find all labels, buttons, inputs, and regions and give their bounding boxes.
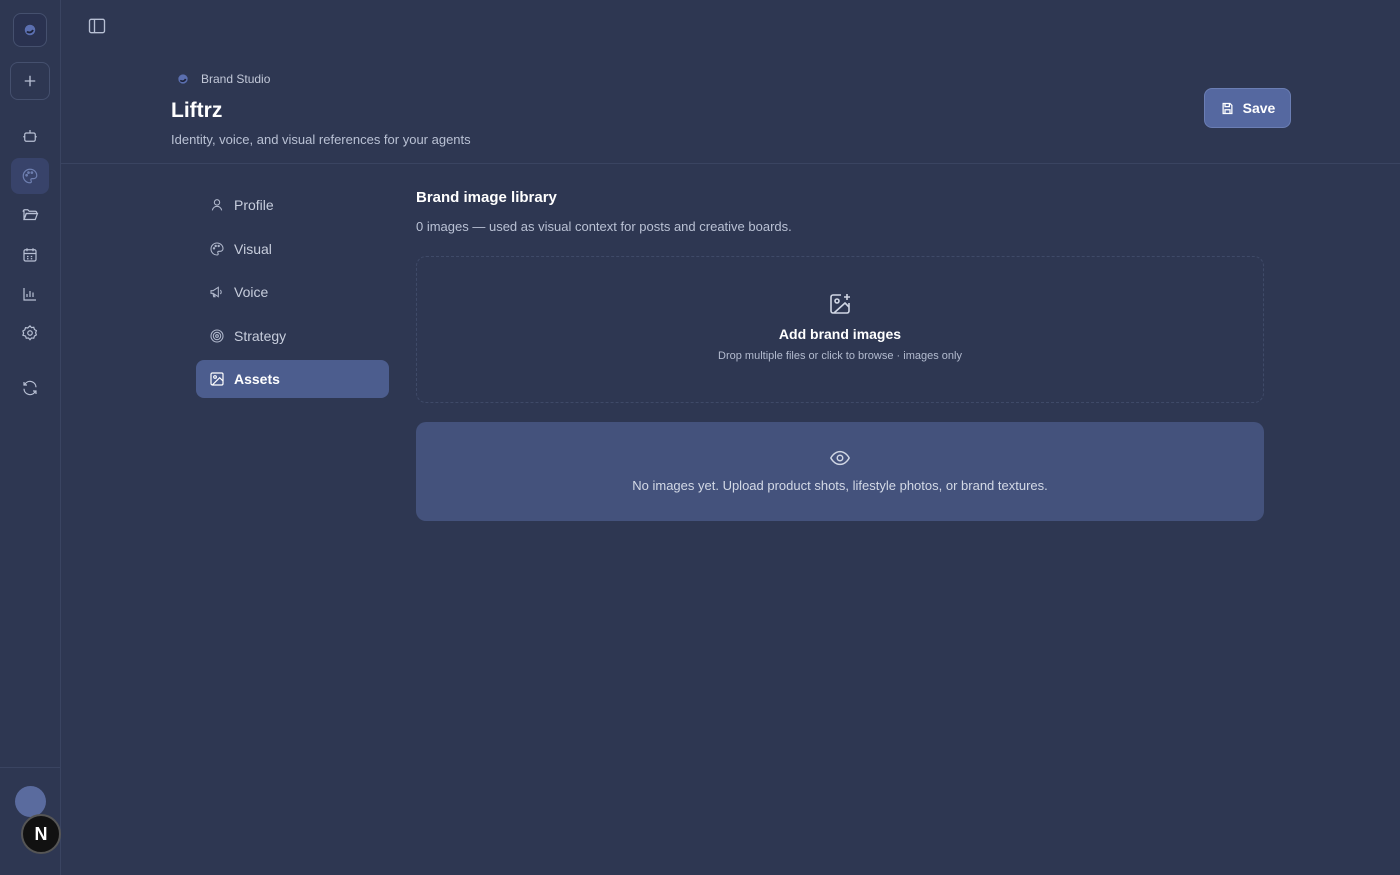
save-button-label: Save: [1242, 100, 1276, 116]
folder-icon[interactable]: [11, 197, 49, 233]
rail-divider: [0, 767, 60, 768]
page-title: Liftrz: [171, 99, 223, 122]
page-subtitle: Identity, voice, and visual references f…: [171, 132, 471, 147]
section-title: Brand image library: [416, 189, 557, 206]
chart-icon[interactable]: [11, 276, 49, 312]
image-dropzone[interactable]: Add brand images Drop multiple files or …: [416, 256, 1264, 403]
breadcrumb[interactable]: Brand Studio: [175, 71, 270, 87]
user-icon: [211, 199, 223, 211]
breadcrumb-label: Brand Studio: [201, 72, 271, 86]
left-rail: N: [0, 0, 61, 875]
brand-logo-icon: [178, 74, 188, 84]
refresh-icon[interactable]: [11, 370, 49, 406]
save-icon: [1222, 102, 1233, 114]
subnav-item-label: Visual: [234, 240, 272, 257]
subnav-item-label: Profile: [234, 197, 274, 213]
image-icon: [210, 372, 224, 386]
subnav-item-assets[interactable]: Assets: [196, 360, 389, 398]
subnav-item-visual[interactable]: Visual: [196, 230, 389, 268]
image-add-icon: [830, 294, 850, 314]
subnav-item-voice[interactable]: Voice: [196, 273, 389, 311]
brand-subnav: Profile Visual Voice Strategy Assets: [196, 186, 389, 404]
dropzone-hint: Drop multiple files or click to browse ·…: [718, 350, 962, 362]
palette-icon: [210, 241, 224, 256]
empty-state: No images yet. Upload product shots, lif…: [416, 422, 1264, 521]
page-header: Brand Studio Liftrz Identity, voice, and…: [61, 0, 1400, 164]
subnav-item-label: Voice: [234, 284, 269, 300]
empty-state-text: No images yet. Upload product shots, lif…: [632, 478, 1048, 493]
subnav-item-label: Strategy: [234, 327, 287, 344]
calendar-icon[interactable]: [11, 237, 49, 273]
bot-icon[interactable]: [11, 118, 49, 154]
eye-icon: [830, 450, 850, 466]
new-icon[interactable]: [10, 62, 50, 100]
megaphone-icon: [210, 286, 222, 298]
dropzone-title: Add brand images: [778, 326, 902, 342]
palette-icon[interactable]: [11, 158, 49, 194]
target-icon: [210, 328, 224, 343]
subnav-item-label: Assets: [234, 371, 280, 387]
dev-badge[interactable]: N: [21, 814, 61, 854]
app-root: N Brand Studio Liftrz Identity, voice, a…: [0, 0, 1400, 875]
subnav-item-strategy[interactable]: Strategy: [196, 317, 389, 355]
subnav-item-profile[interactable]: Profile: [196, 186, 389, 224]
section-description: 0 images — used as visual context for po…: [416, 219, 792, 234]
avatar[interactable]: [15, 786, 46, 817]
gear-icon[interactable]: [11, 315, 49, 351]
save-button[interactable]: Save: [1204, 88, 1291, 128]
app-logo-icon[interactable]: [13, 13, 47, 47]
